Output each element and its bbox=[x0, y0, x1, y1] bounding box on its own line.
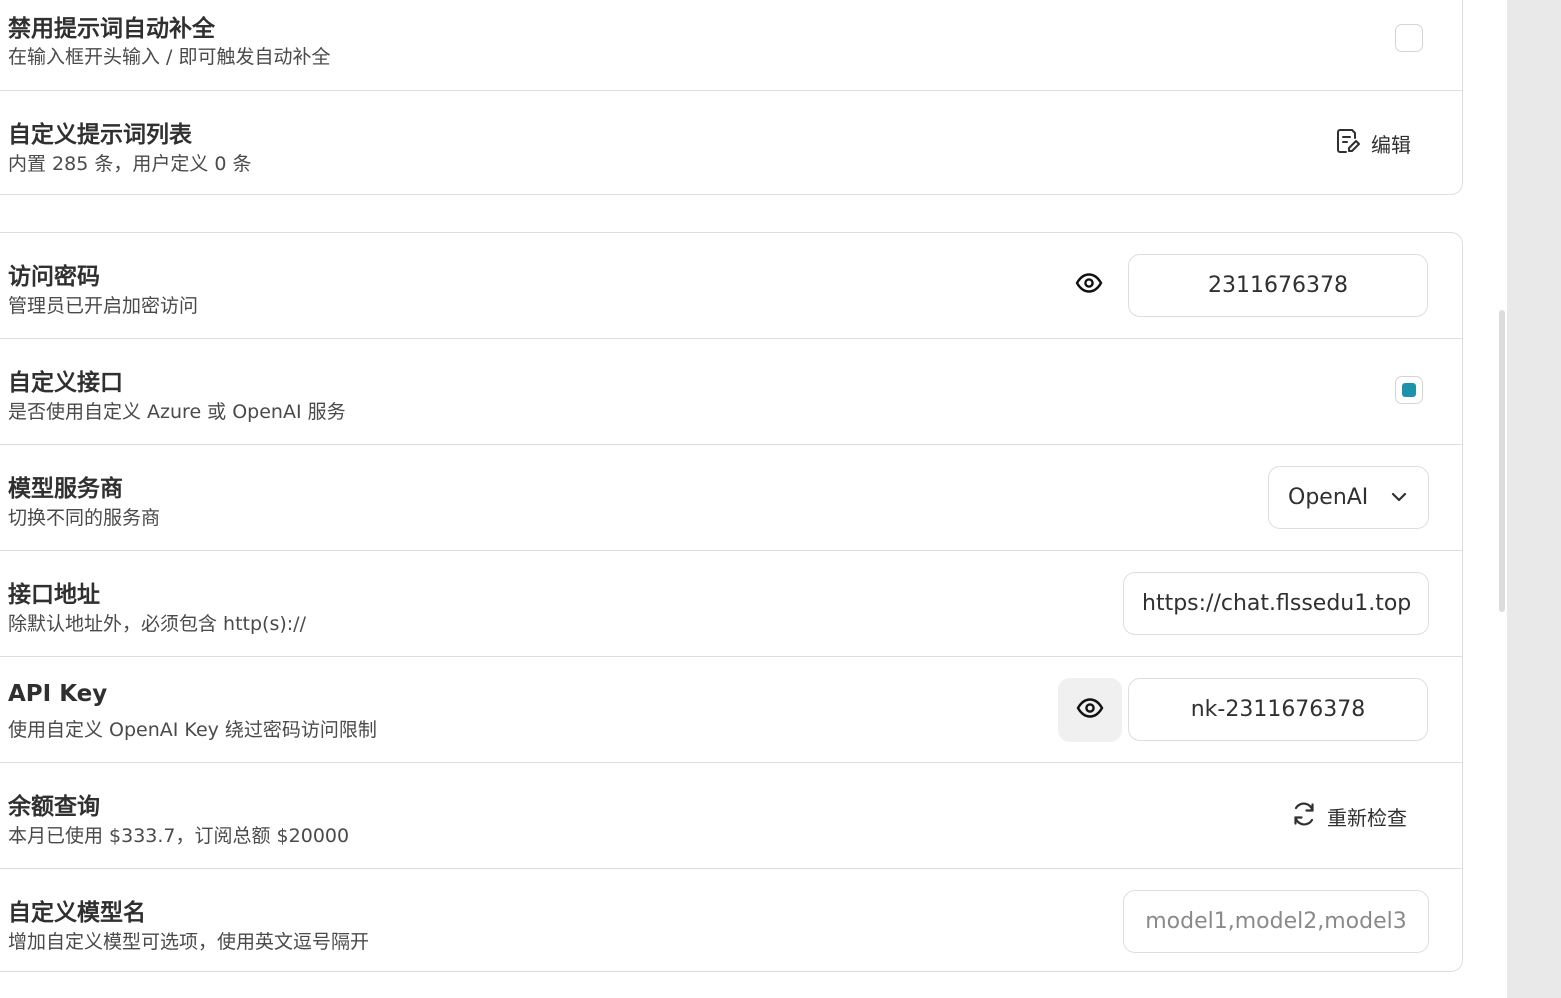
toggle-api-key-visibility-button[interactable] bbox=[1058, 678, 1122, 742]
custom-models-input[interactable]: model1,model2,model3 bbox=[1123, 890, 1429, 953]
recheck-balance-button[interactable]: 重新检查 bbox=[1291, 801, 1407, 832]
provider-title: 模型服务商 bbox=[8, 476, 123, 502]
api-settings-card: 访问密码 管理员已开启加密访问 2311676378 自定义接口 是否使用自定义… bbox=[0, 232, 1463, 972]
eye-icon bbox=[1076, 698, 1104, 722]
api-key-row: API Key 使用自定义 OpenAI Key 绕过密码访问限制 nk-231… bbox=[0, 657, 1462, 763]
scrollbar-thumb[interactable] bbox=[1499, 310, 1505, 612]
custom-prompts-subtitle: 内置 285 条，用户定义 0 条 bbox=[8, 153, 252, 175]
disable-autocomplete-checkbox[interactable] bbox=[1395, 24, 1423, 52]
scrollbar-gutter bbox=[1507, 0, 1561, 998]
refresh-icon bbox=[1291, 801, 1317, 832]
custom-models-subtitle: 增加自定义模型可选项，使用英文逗号隔开 bbox=[8, 931, 370, 953]
balance-row: 余额查询 本月已使用 $333.7，订阅总额 $20000 重新检查 bbox=[0, 763, 1462, 869]
recheck-label: 重新检查 bbox=[1327, 806, 1407, 830]
eye-icon bbox=[1075, 273, 1103, 297]
balance-title: 余额查询 bbox=[8, 794, 100, 820]
access-password-input[interactable]: 2311676378 bbox=[1128, 254, 1428, 317]
balance-subtitle: 本月已使用 $333.7，订阅总额 $20000 bbox=[8, 825, 350, 847]
custom-models-title: 自定义模型名 bbox=[8, 900, 146, 926]
prompt-settings-card: 禁用提示词自动补全 在输入框开头输入 / 即可触发自动补全 自定义提示词列表 内… bbox=[0, 0, 1463, 195]
api-key-subtitle: 使用自定义 OpenAI Key 绕过密码访问限制 bbox=[8, 719, 377, 741]
access-password-subtitle: 管理员已开启加密访问 bbox=[8, 295, 199, 317]
api-key-title: API Key bbox=[8, 681, 108, 707]
disable-autocomplete-subtitle: 在输入框开头输入 / 即可触发自动补全 bbox=[8, 46, 331, 68]
custom-prompts-row: 自定义提示词列表 内置 285 条，用户定义 0 条 编辑 bbox=[0, 91, 1462, 197]
access-password-row: 访问密码 管理员已开启加密访问 2311676378 bbox=[0, 233, 1462, 339]
endpoint-url-row: 接口地址 除默认地址外，必须包含 http(s):// https://chat… bbox=[0, 551, 1462, 657]
access-password-title: 访问密码 bbox=[8, 264, 100, 290]
disable-autocomplete-row: 禁用提示词自动补全 在输入框开头输入 / 即可触发自动补全 bbox=[0, 0, 1462, 91]
endpoint-url-input[interactable]: https://chat.flssedu1.top bbox=[1123, 572, 1429, 635]
disable-autocomplete-title: 禁用提示词自动补全 bbox=[8, 16, 215, 42]
settings-scroll-area: 禁用提示词自动补全 在输入框开头输入 / 即可触发自动补全 自定义提示词列表 内… bbox=[0, 0, 1507, 998]
api-key-input[interactable]: nk-2311676378 bbox=[1128, 678, 1428, 741]
custom-models-row: 自定义模型名 增加自定义模型可选项，使用英文逗号隔开 model1,model2… bbox=[0, 869, 1462, 975]
endpoint-url-subtitle: 除默认地址外，必须包含 http(s):// bbox=[8, 613, 306, 635]
edit-prompts-button[interactable]: 编辑 bbox=[1335, 127, 1411, 160]
edit-icon bbox=[1335, 127, 1361, 160]
custom-prompts-title: 自定义提示词列表 bbox=[8, 122, 192, 148]
custom-endpoint-title: 自定义接口 bbox=[8, 370, 123, 396]
custom-endpoint-checkbox[interactable] bbox=[1395, 376, 1423, 404]
edit-label: 编辑 bbox=[1371, 133, 1411, 157]
custom-endpoint-row: 自定义接口 是否使用自定义 Azure 或 OpenAI 服务 bbox=[0, 339, 1462, 445]
toggle-password-visibility-button[interactable] bbox=[1057, 253, 1121, 317]
endpoint-url-title: 接口地址 bbox=[8, 582, 100, 608]
provider-subtitle: 切换不同的服务商 bbox=[8, 507, 161, 529]
chevron-down-icon bbox=[1390, 487, 1408, 512]
provider-row: 模型服务商 切换不同的服务商 OpenAI bbox=[0, 445, 1462, 551]
provider-select[interactable]: OpenAI bbox=[1268, 466, 1429, 529]
provider-selected-value: OpenAI bbox=[1288, 485, 1369, 510]
custom-endpoint-subtitle: 是否使用自定义 Azure 或 OpenAI 服务 bbox=[8, 401, 346, 423]
